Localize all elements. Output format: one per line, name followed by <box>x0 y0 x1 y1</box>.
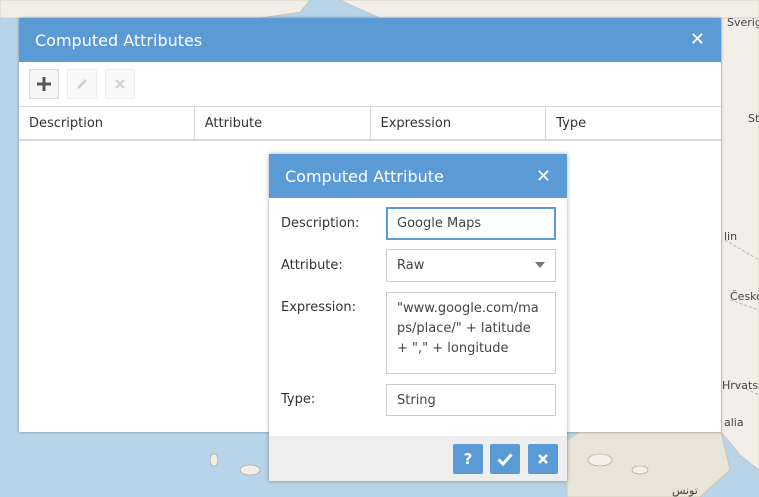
dialog-footer: ? <box>269 436 567 481</box>
type-value: String <box>397 392 436 408</box>
map-label-berlin: lin <box>724 230 738 243</box>
plus-icon <box>37 77 51 91</box>
description-value: Google Maps <box>397 216 482 231</box>
check-icon <box>497 453 513 466</box>
grid-header: Description Attribute Expression Type <box>19 106 721 141</box>
dialog-title: Computed Attribute <box>285 166 444 186</box>
chevron-down-icon <box>535 262 545 268</box>
map-label-italia: alia <box>724 416 744 429</box>
expression-value: "www.google.com/maps/place/" + latitude … <box>397 301 539 356</box>
close-icon <box>538 454 548 464</box>
column-header-attribute[interactable]: Attribute <box>195 107 371 139</box>
window-header[interactable]: Computed Attributes ✕ <box>19 18 721 62</box>
map-label-st: St <box>748 112 759 125</box>
type-label: Type: <box>281 392 316 407</box>
dialog-header[interactable]: Computed Attribute ✕ <box>269 154 567 198</box>
column-header-type[interactable]: Type <box>546 107 721 139</box>
attribute-value: Raw <box>397 258 425 273</box>
delete-button[interactable] <box>105 69 135 99</box>
column-header-expression[interactable]: Expression <box>371 107 547 139</box>
toolbar <box>19 62 721 106</box>
help-button-label: ? <box>463 450 473 468</box>
close-icon[interactable]: ✕ <box>690 31 705 49</box>
map-label-croatia: Hrvatsk <box>722 379 759 392</box>
description-label: Description: <box>281 216 360 231</box>
map-label-czechia: Česko <box>730 290 759 303</box>
help-button[interactable]: ? <box>453 444 483 474</box>
confirm-button[interactable] <box>490 444 520 474</box>
edit-button[interactable] <box>67 69 97 99</box>
close-icon[interactable]: ✕ <box>536 168 551 186</box>
attribute-select[interactable]: Raw <box>386 249 556 282</box>
computed-attribute-dialog: Computed Attribute ✕ Description: Google… <box>269 154 567 481</box>
map-label-sweden: Sverig <box>727 16 759 29</box>
window-title: Computed Attributes <box>35 30 203 50</box>
column-header-description[interactable]: Description <box>19 107 195 139</box>
add-button[interactable] <box>29 69 59 99</box>
expression-textarea[interactable]: "www.google.com/maps/place/" + latitude … <box>386 292 556 374</box>
pencil-icon <box>77 79 87 89</box>
type-input[interactable]: String <box>386 384 556 416</box>
cancel-button[interactable] <box>528 444 558 474</box>
expression-label: Expression: <box>281 300 356 315</box>
map-label-tunisia: تونس <box>672 484 698 497</box>
description-input[interactable]: Google Maps <box>386 207 556 240</box>
cross-icon <box>115 79 125 89</box>
attribute-label: Attribute: <box>281 258 343 273</box>
